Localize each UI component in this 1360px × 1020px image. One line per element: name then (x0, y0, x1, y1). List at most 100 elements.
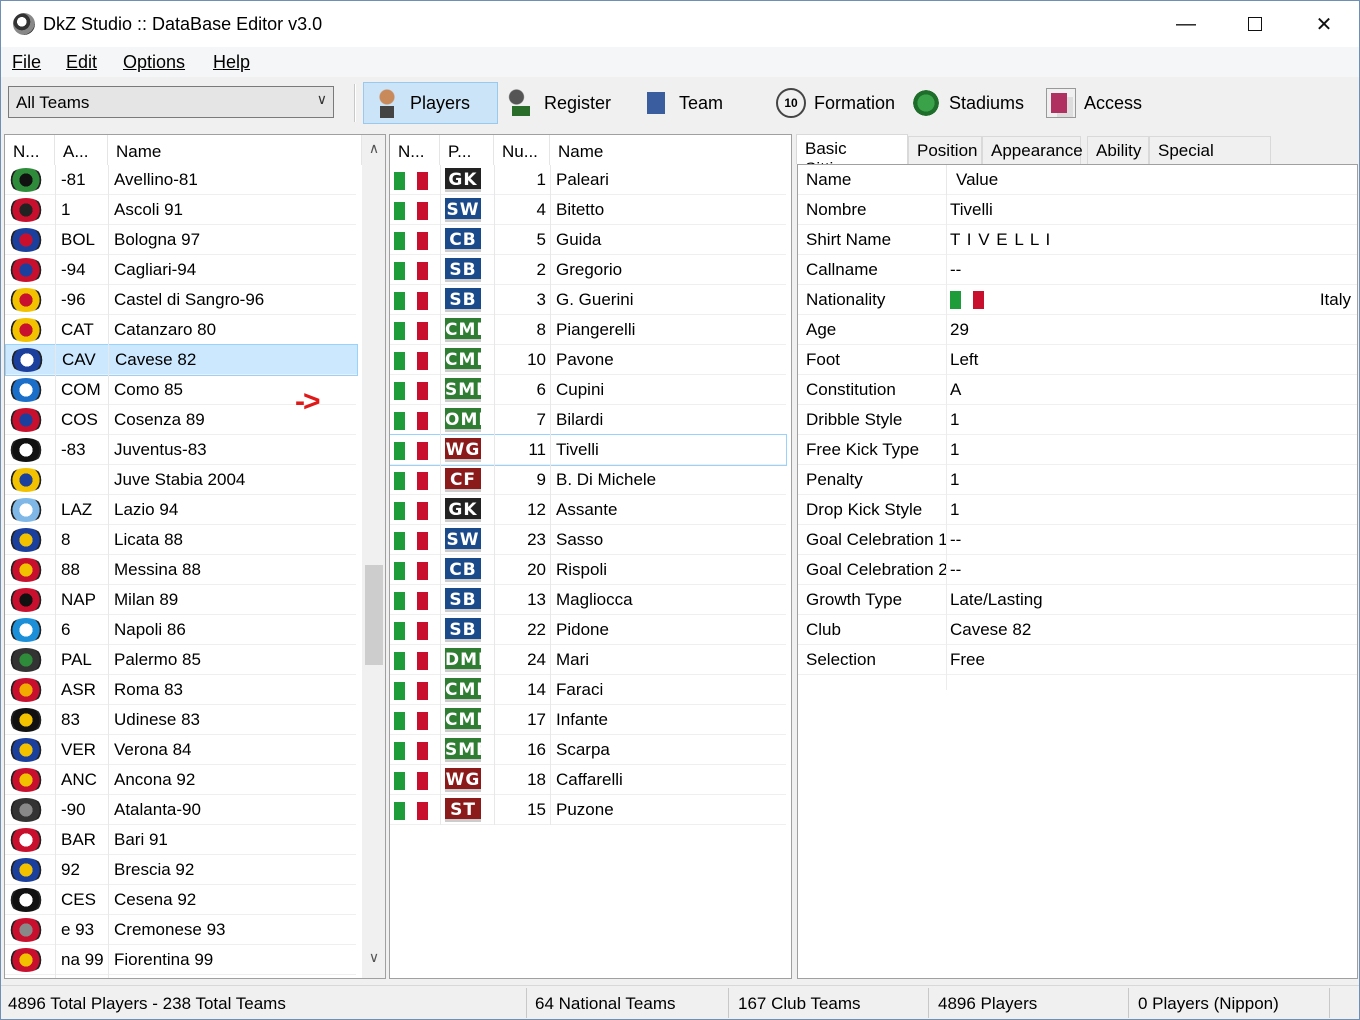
team-row[interactable]: CAT Catanzaro 80 (5, 315, 356, 345)
team-row[interactable]: NAP Milan 89 (5, 585, 356, 615)
team-row[interactable]: VER Verona 84 (5, 735, 356, 765)
teams-scrollbar[interactable]: ∧ ∨ (362, 135, 385, 978)
tab-ability[interactable]: Ability (1087, 136, 1149, 164)
teams-list[interactable]: N... A... Name -81 Avellino-81 1 Ascoli 91 B… (4, 134, 386, 979)
player-row[interactable]: CB 5 Guida (390, 225, 786, 255)
property-row[interactable]: Growth Type Late/Lasting (798, 585, 1357, 615)
player-row[interactable]: ST 15 Puzone (390, 795, 786, 825)
team-row[interactable]: BAR Bari 91 (5, 825, 356, 855)
menu-help[interactable]: Help (213, 52, 250, 73)
access-button[interactable]: Access (1038, 82, 1142, 124)
menu-edit[interactable]: Edit (66, 52, 97, 73)
player-row[interactable]: CMF 8 Piangerelli (390, 315, 786, 345)
property-row[interactable]: Club Cavese 82 (798, 615, 1357, 645)
player-row[interactable]: CF 9 B. Di Michele (390, 465, 786, 495)
team-button[interactable]: Team (633, 82, 723, 124)
team-row[interactable]: 83 Udinese 83 (5, 705, 356, 735)
team-row[interactable]: ASR Roma 83 (5, 675, 356, 705)
team-row[interactable]: 6 Napoli 86 (5, 615, 356, 645)
team-row[interactable]: -83 Juventus-83 (5, 435, 356, 465)
player-row[interactable]: CMF 14 Faraci (390, 675, 786, 705)
team-row[interactable]: Juve Stabia 2004 (5, 465, 356, 495)
team-row[interactable]: PAL Palermo 85 (5, 645, 356, 675)
tab-appearance[interactable]: Appearance (982, 136, 1083, 164)
properties-header-name[interactable]: Name (806, 170, 851, 190)
tab-position[interactable]: Position (908, 136, 982, 164)
players-header-pos[interactable]: P... (440, 135, 494, 165)
team-row[interactable]: -81 Avellino-81 (5, 165, 356, 195)
players-header-number[interactable]: Nu... (494, 135, 550, 165)
property-key: Selection (806, 650, 876, 669)
player-row[interactable]: SB 13 Magliocca (390, 585, 786, 615)
player-row[interactable]: WG 11 Tivelli (390, 434, 787, 466)
property-row[interactable]: Dribble Style 1 (798, 405, 1357, 435)
players-header-name[interactable]: Name (550, 135, 791, 165)
player-row[interactable]: CMF 10 Pavone (390, 345, 786, 375)
scroll-thumb[interactable] (365, 565, 383, 665)
property-row[interactable]: Age 29 (798, 315, 1357, 345)
players-list[interactable]: N... P... Nu... Name GK 1 Paleari SW 4 Bitett… (389, 134, 792, 979)
player-row[interactable]: OMF 7 Bilardi (390, 405, 786, 435)
close-button[interactable]: ✕ (1289, 1, 1359, 47)
team-filter-select[interactable]: All Teams ∨ (8, 86, 334, 118)
tab-special-abilities[interactable]: Special Abilities (1149, 136, 1271, 180)
property-row[interactable]: Nombre Tivelli (798, 195, 1357, 225)
player-row[interactable]: GK 12 Assante (390, 495, 786, 525)
team-name: Catanzaro 80 (114, 320, 217, 339)
scroll-down-icon[interactable]: ∨ (362, 949, 385, 973)
property-row[interactable]: Free Kick Type 1 (798, 435, 1357, 465)
teams-header-abbr[interactable]: A... (55, 135, 108, 165)
property-row[interactable]: Foot Left (798, 345, 1357, 375)
player-row[interactable]: SW 23 Sasso (390, 525, 786, 555)
register-button[interactable]: Register (498, 82, 611, 124)
property-row[interactable]: Constitution A (798, 375, 1357, 405)
team-row[interactable]: LAZ Lazio 94 (5, 495, 356, 525)
property-row[interactable]: Drop Kick Style 1 (798, 495, 1357, 525)
team-row[interactable]: 8 Licata 88 (5, 525, 356, 555)
team-row[interactable]: -94 Cagliari-94 (5, 255, 356, 285)
teams-header-name[interactable]: Name (108, 135, 362, 165)
player-row[interactable]: SB 3 G. Guerini (390, 285, 786, 315)
team-row[interactable]: -90 Atalanta-90 (5, 795, 356, 825)
team-row[interactable]: -96 Castel di Sangro-96 (5, 285, 356, 315)
player-row[interactable]: GK 1 Paleari (390, 165, 786, 195)
property-row[interactable]: Shirt Name T I V E L L I (798, 225, 1357, 255)
minimize-button[interactable]: — (1151, 1, 1221, 47)
player-row[interactable]: SW 4 Bitetto (390, 195, 786, 225)
team-row[interactable]: ANC Ancona 92 (5, 765, 356, 795)
property-row[interactable]: Goal Celebration 2 -- (798, 555, 1357, 585)
player-row[interactable]: SMF 16 Scarpa (390, 735, 786, 765)
stadiums-button[interactable]: Stadiums (903, 82, 1024, 124)
property-row[interactable]: Penalty 1 (798, 465, 1357, 495)
menu-options[interactable]: Options (123, 52, 185, 73)
player-row[interactable]: DMF 24 Mari (390, 645, 786, 675)
maximize-button[interactable] (1220, 1, 1290, 47)
property-row[interactable]: Callname -- (798, 255, 1357, 285)
property-row[interactable]: Selection Free (798, 645, 1357, 675)
player-row[interactable]: SB 22 Pidone (390, 615, 786, 645)
team-row[interactable]: CAV Cavese 82 (5, 344, 358, 376)
property-row[interactable]: Goal Celebration 1 -- (798, 525, 1357, 555)
formation-button[interactable]: 10 Formation (768, 82, 895, 124)
team-row[interactable]: CES Cesena 92 (5, 885, 356, 915)
team-row[interactable]: 1 Ascoli 91 (5, 195, 356, 225)
player-row[interactable]: CMF 17 Infante (390, 705, 786, 735)
team-row[interactable]: 92 Brescia 92 (5, 855, 356, 885)
team-row[interactable]: BOL Bologna 97 (5, 225, 356, 255)
tab-basic-sittings[interactable]: Basic Sittings (796, 134, 908, 178)
players-header-nat[interactable]: N... (390, 135, 440, 165)
players-button[interactable]: Players (363, 82, 498, 124)
teams-header-crest[interactable]: N... (5, 135, 55, 165)
property-row[interactable]: Nationality Italy (798, 285, 1357, 315)
player-row[interactable]: WG 18 Caffarelli (390, 765, 786, 795)
team-row[interactable]: 88 Messina 88 (5, 555, 356, 585)
player-row[interactable]: CB 20 Rispoli (390, 555, 786, 585)
team-row[interactable]: na 99 Fiorentina 99 (5, 945, 356, 975)
team-row[interactable]: e 93 Cremonese 93 (5, 915, 356, 945)
menu-file[interactable]: File (12, 52, 41, 73)
player-row[interactable]: SMF 6 Cupini (390, 375, 786, 405)
close-icon: ✕ (1315, 13, 1333, 36)
scroll-up-icon[interactable]: ∧ (362, 140, 385, 164)
player-row[interactable]: SB 2 Gregorio (390, 255, 786, 285)
properties-header-value[interactable]: Value (956, 170, 998, 190)
